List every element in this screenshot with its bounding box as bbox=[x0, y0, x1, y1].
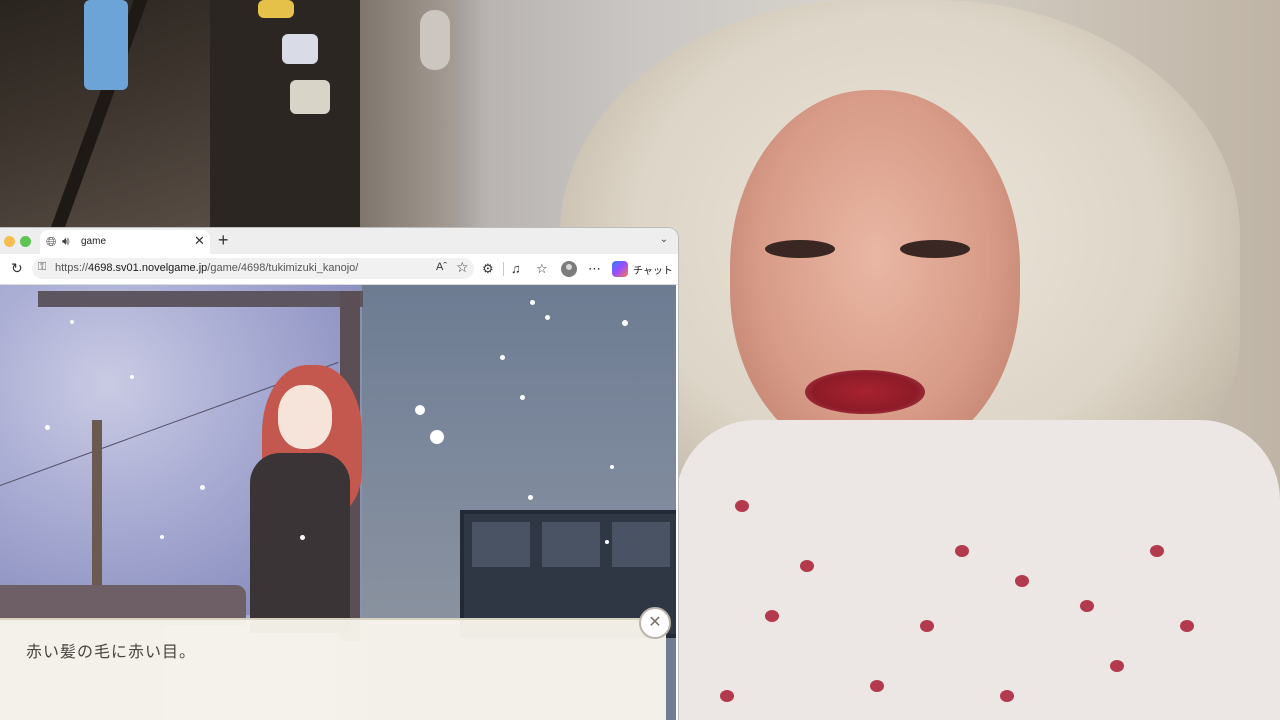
eye bbox=[765, 240, 835, 258]
flower-print bbox=[870, 680, 884, 692]
flower-print bbox=[1000, 690, 1014, 702]
cup bbox=[290, 80, 330, 114]
snowflake bbox=[610, 465, 614, 469]
media-control-icon[interactable]: ♫ bbox=[511, 261, 521, 276]
more-menu-icon[interactable]: ⋯ bbox=[588, 261, 601, 277]
snowflake bbox=[500, 355, 505, 360]
lips bbox=[805, 370, 925, 414]
minimize-window-button[interactable] bbox=[4, 236, 15, 247]
flower-print bbox=[920, 620, 934, 632]
favorite-star-icon[interactable]: ☆ bbox=[456, 259, 469, 276]
snowflake bbox=[415, 405, 425, 415]
window-pane bbox=[472, 522, 530, 567]
door-knob bbox=[420, 10, 450, 70]
character-body bbox=[250, 453, 350, 633]
roof-beam bbox=[38, 291, 363, 307]
close-dialogue-button[interactable]: ✕ bbox=[639, 607, 671, 639]
dialogue-box[interactable]: 赤い髪の毛に赤い目。 bbox=[0, 618, 666, 720]
snowflake bbox=[45, 425, 50, 430]
cup bbox=[258, 0, 294, 18]
tab-actions-menu-button[interactable]: ⌄ bbox=[656, 232, 672, 248]
snowflake bbox=[160, 535, 164, 539]
eye bbox=[900, 240, 970, 258]
maximize-window-button[interactable] bbox=[20, 236, 31, 247]
tab-game[interactable]: 🌐︎ 🔊︎ game ✕ bbox=[40, 230, 210, 254]
tab-title: game bbox=[81, 236, 107, 247]
tab-bar: 🌐︎ 🔊︎ game ✕ + ⌄ bbox=[0, 228, 678, 254]
close-tab-button[interactable]: ✕ bbox=[194, 233, 205, 249]
flower-print bbox=[735, 500, 749, 512]
flower-print bbox=[765, 610, 779, 622]
flower-print bbox=[1180, 620, 1194, 632]
snowflake bbox=[605, 540, 609, 544]
toolbar-divider bbox=[503, 262, 504, 276]
flower-print bbox=[1110, 660, 1124, 672]
window-pane bbox=[612, 522, 670, 567]
floral-pajama bbox=[676, 420, 1280, 720]
flower-print bbox=[1015, 575, 1029, 587]
flower-print bbox=[1080, 600, 1094, 612]
url-scheme: https:// bbox=[55, 262, 89, 274]
dialogue-text: 赤い髪の毛に赤い目。 bbox=[26, 642, 197, 661]
flower-print bbox=[955, 545, 969, 557]
utility-pole bbox=[92, 420, 102, 590]
profile-avatar[interactable] bbox=[561, 261, 577, 277]
site-info-icon[interactable]: ⚿ bbox=[38, 261, 46, 274]
snowflake bbox=[528, 495, 533, 500]
globe-icon: 🌐︎ bbox=[46, 234, 57, 249]
copilot-icon bbox=[612, 261, 628, 277]
url-path: /game/4698/tukimizuki_kanojo/ bbox=[207, 262, 359, 274]
read-aloud-icon[interactable]: Aˆ bbox=[436, 261, 447, 273]
snowflake bbox=[430, 430, 444, 444]
browser-window: 🌐︎ 🔊︎ game ✕ + ⌄ ↻ ⚿ https://4698.sv01.n… bbox=[0, 228, 678, 720]
extensions-icon[interactable]: ⚙ bbox=[482, 261, 494, 277]
address-bar[interactable]: ⚿ https://4698.sv01.novelgame.jp/game/46… bbox=[32, 258, 474, 279]
snowflake bbox=[520, 395, 525, 400]
flower-print bbox=[1150, 545, 1164, 557]
reload-icon[interactable]: ↻ bbox=[11, 260, 23, 277]
cup bbox=[282, 34, 318, 64]
snowflake bbox=[300, 535, 305, 540]
url-text[interactable]: https://4698.sv01.novelgame.jp/game/4698… bbox=[55, 262, 358, 274]
navigation-toolbar: ↻ ⚿ https://4698.sv01.novelgame.jp/game/… bbox=[0, 254, 678, 285]
url-host: 4698.sv01.novelgame.jp bbox=[88, 262, 208, 274]
bottle bbox=[84, 0, 128, 90]
flower-print bbox=[800, 560, 814, 572]
snowflake bbox=[545, 315, 550, 320]
snowflake bbox=[200, 485, 205, 490]
game-viewport[interactable]: 赤い髪の毛に赤い目。 ✕ bbox=[0, 285, 676, 720]
favorites-icon[interactable]: ☆ bbox=[536, 261, 548, 277]
window-pane bbox=[542, 522, 600, 567]
speaker-icon[interactable]: 🔊︎ bbox=[62, 234, 70, 249]
snowflake bbox=[130, 375, 134, 379]
snowflake bbox=[70, 320, 74, 324]
snowflake bbox=[622, 320, 628, 326]
copilot-label: チャット bbox=[633, 266, 673, 277]
new-tab-button[interactable]: + bbox=[218, 230, 229, 251]
character-face bbox=[278, 385, 332, 449]
flower-print bbox=[720, 690, 734, 702]
snowflake bbox=[530, 300, 535, 305]
